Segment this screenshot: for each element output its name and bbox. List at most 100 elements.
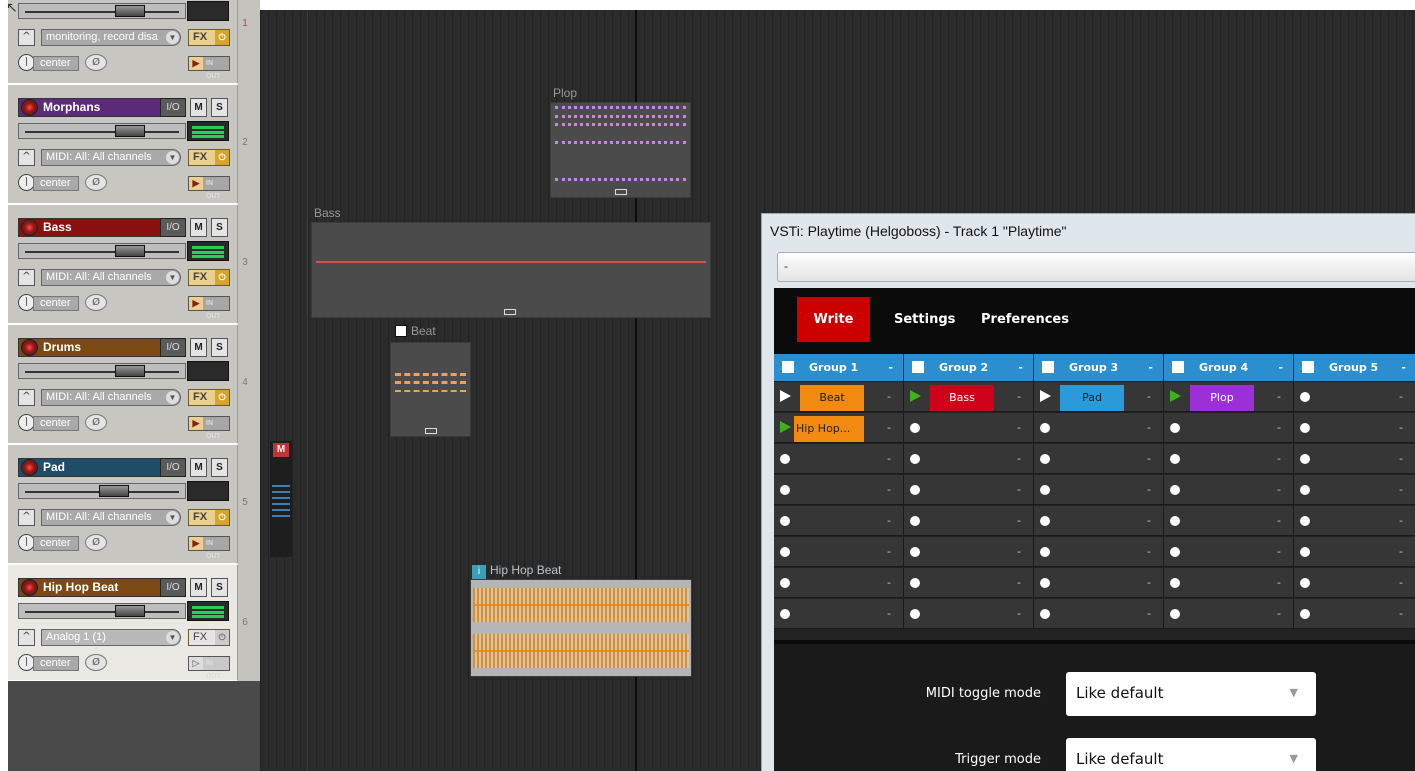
record-input-select[interactable]: monitoring, record disa ▼ [41,29,181,46]
record-slot-icon[interactable] [1170,547,1180,557]
io-button[interactable]: I/O [160,458,186,477]
play-icon[interactable] [1040,390,1051,402]
record-slot-icon[interactable] [910,547,920,557]
volume-fader[interactable] [18,363,186,379]
record-slot-icon[interactable] [1300,578,1310,588]
group-header-4[interactable]: Group 4- [1164,354,1293,381]
clip-slot[interactable]: Pad - [1034,382,1164,412]
clip-slot[interactable]: - [774,475,904,505]
fx-button[interactable]: FX ⏻ [188,629,230,646]
mute-button[interactable]: M [190,458,207,477]
clip-slot[interactable]: - [1034,537,1164,567]
record-slot-icon[interactable] [1300,485,1310,495]
in-out-button[interactable]: ▷ IN OUT [188,656,230,680]
clip-slot[interactable]: - [774,537,904,567]
power-icon[interactable]: ⏻ [215,30,229,45]
clip-slot[interactable]: Beat - [774,382,904,412]
clip-slot[interactable]: - [1034,475,1164,505]
clip-slot[interactable]: - [1294,537,1415,567]
record-slot-icon[interactable] [780,609,790,619]
clip-slot[interactable]: - [1164,537,1294,567]
item-handle[interactable] [425,428,437,434]
master-track[interactable]: M [270,441,292,557]
power-icon[interactable]: ⏻ [215,630,229,645]
record-slot-icon[interactable] [1040,485,1050,495]
fx-button[interactable]: FX ⏻ [188,389,230,406]
play-icon[interactable] [780,390,791,402]
group-header-1[interactable]: Group 1- [774,354,903,381]
record-slot-icon[interactable] [1040,609,1050,619]
group-header-2[interactable]: Group 2- [904,354,1033,381]
clip-slot[interactable]: - [1034,413,1164,443]
clip-slot[interactable]: - [1294,568,1415,598]
midi-toggle-mode-select[interactable]: Like default ▼ [1066,672,1316,716]
preset-dropdown[interactable]: - [777,252,1415,282]
record-slot-icon[interactable] [780,516,790,526]
track-drums[interactable]: Drums I/O M S ^ MIDI: All: All channels ▼… [8,325,238,444]
group-checkbox[interactable] [1172,361,1184,373]
record-slot-icon[interactable] [910,485,920,495]
record-arm-button[interactable] [21,579,38,596]
io-button[interactable]: I/O [160,218,186,237]
solo-button[interactable]: S [211,458,228,477]
volume-fader[interactable] [18,603,186,619]
solo-button[interactable]: S [211,338,228,357]
media-item-bass[interactable] [311,222,711,318]
envelope-button[interactable]: ^ [18,389,35,406]
phase-button[interactable]: Ø [85,54,107,71]
in-out-button[interactable]: ▶ IN OUT [188,56,230,80]
clip-slot[interactable]: - [1034,599,1164,629]
clip-slot[interactable]: - [1164,568,1294,598]
master-mute-indicator[interactable]: M [273,443,289,457]
track-morphans[interactable]: Morphans I/O M S ^ MIDI: All: All channe… [8,85,238,204]
record-slot-icon[interactable] [1300,423,1310,433]
track-name[interactable]: Bass [18,218,161,237]
record-slot-icon[interactable] [1040,423,1050,433]
volume-fader[interactable] [18,483,186,499]
volume-fader[interactable] [18,123,186,139]
group-header-3[interactable]: Group 3- [1034,354,1163,381]
record-arm-button[interactable] [21,339,38,356]
track-name[interactable]: Morphans [18,98,161,117]
clip-slot[interactable]: - [1294,444,1415,474]
clip-slot[interactable]: - [1294,599,1415,629]
clip-slot[interactable]: - [1294,382,1415,412]
clip-slot[interactable]: - [904,444,1034,474]
solo-button[interactable]: S [211,98,228,117]
preferences-menu[interactable]: Preferences [981,312,1069,327]
clip-slot[interactable]: - [1034,444,1164,474]
mute-button[interactable]: M [190,98,207,117]
clip-slot[interactable]: - [1034,506,1164,536]
record-slot-icon[interactable] [780,578,790,588]
record-slot-icon[interactable] [1300,547,1310,557]
trigger-mode-select[interactable]: Like default ▼ [1066,738,1316,771]
io-button[interactable]: I/O [160,98,186,117]
record-slot-icon[interactable] [910,609,920,619]
item-handle[interactable] [504,309,516,315]
write-button[interactable]: Write [797,297,870,342]
clip-slot[interactable]: - [774,444,904,474]
power-icon[interactable]: ⏻ [215,270,229,285]
record-slot-icon[interactable] [1170,578,1180,588]
in-out-button[interactable]: ▶ IN OUT [188,176,230,200]
mute-button[interactable]: M [190,578,207,597]
track-playtime[interactable]: ^ monitoring, record disa ▼ FX ⏻ | center … [8,0,238,84]
play-icon[interactable] [910,390,921,402]
clip-slot[interactable]: - [1034,568,1164,598]
power-icon[interactable]: ⏻ [215,390,229,405]
record-input-select[interactable]: MIDI: All: All channels ▼ [41,389,181,406]
phase-button[interactable]: Ø [85,174,107,191]
envelope-button[interactable]: ^ [18,149,35,166]
track-bass[interactable]: Bass I/O M S ^ MIDI: All: All channels ▼ … [8,205,238,324]
record-input-select[interactable]: Analog 1 (1) ▼ [41,629,181,646]
clip-slot[interactable]: - [1164,444,1294,474]
vst-window[interactable]: VSTi: Playtime (Helgoboss) - Track 1 "Pl… [761,213,1415,771]
mute-button[interactable]: M [190,218,207,237]
clip-slot[interactable]: - [904,413,1034,443]
group-checkbox[interactable] [1042,361,1054,373]
record-slot-icon[interactable] [1300,454,1310,464]
media-item-beat[interactable] [390,342,471,437]
record-slot-icon[interactable] [910,516,920,526]
clip-slot[interactable]: Bass - [904,382,1034,412]
fx-button[interactable]: FX ⏻ [188,269,230,286]
